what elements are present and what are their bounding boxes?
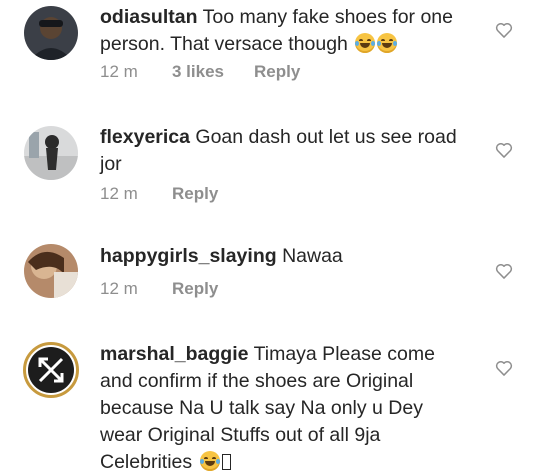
avatar[interactable] [24, 6, 78, 60]
reply-button[interactable]: Reply [172, 279, 218, 299]
face-with-tears-of-joy-icon [377, 33, 398, 53]
reply-button[interactable]: Reply [172, 184, 218, 204]
comment-meta: 12 m Reply [100, 279, 218, 299]
comment-text: marshal_baggie Timaya Please come and co… [100, 341, 470, 476]
comment-text: happygirls_slaying Nawaa [100, 243, 470, 270]
username[interactable]: happygirls_slaying [100, 245, 277, 267]
comment-text: flexyerica Goan dash out let us see road… [100, 124, 470, 178]
heart-icon[interactable] [494, 140, 514, 160]
comment-meta: 12 m Reply [100, 184, 218, 204]
heart-icon[interactable] [494, 358, 514, 378]
likes-count[interactable]: 3 likes [172, 62, 224, 82]
comment-meta: 12 m 3 likes Reply [100, 62, 300, 82]
comment-body: Nawaa [282, 245, 343, 267]
comment-time: 12 m [100, 279, 138, 298]
reply-button[interactable]: Reply [254, 62, 300, 82]
avatar[interactable] [24, 126, 78, 180]
missing-glyph-icon [221, 454, 231, 470]
heart-icon[interactable] [494, 261, 514, 281]
username[interactable]: odiasultan [100, 6, 198, 28]
username[interactable]: marshal_baggie [100, 343, 248, 365]
avatar[interactable] [24, 244, 78, 298]
comment-time: 12 m [100, 184, 138, 203]
comment-text: odiasultan Too many fake shoes for one p… [100, 4, 470, 58]
face-with-tears-of-joy-icon [199, 451, 220, 471]
avatar[interactable] [23, 342, 79, 398]
face-with-tears-of-joy-icon [355, 33, 376, 53]
comment-time: 12 m [100, 62, 138, 81]
heart-icon[interactable] [494, 20, 514, 40]
username[interactable]: flexyerica [100, 126, 190, 148]
